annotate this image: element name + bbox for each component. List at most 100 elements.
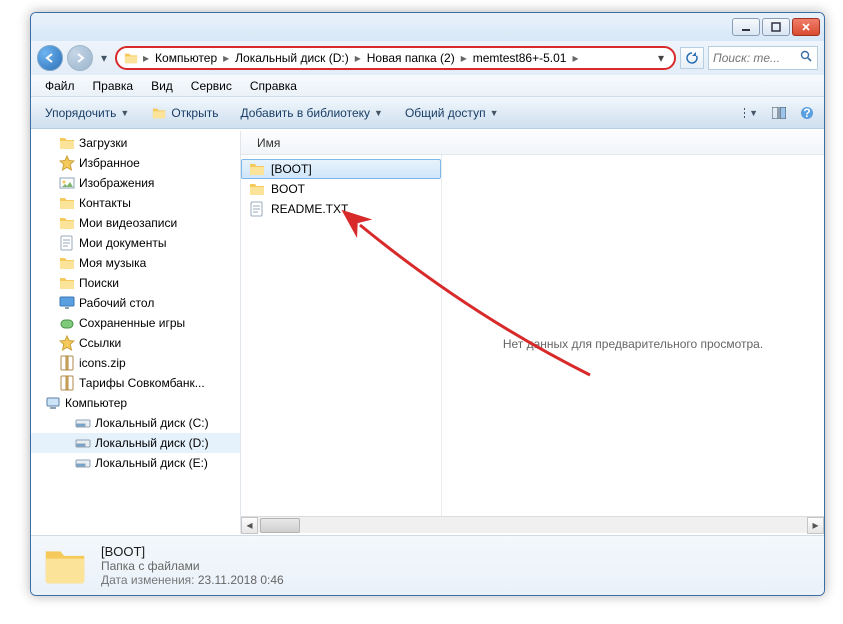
sidebar-computer[interactable]: Компьютер xyxy=(31,393,240,413)
music-icon xyxy=(59,255,75,271)
menu-file[interactable]: Файл xyxy=(37,77,83,95)
help-button[interactable]: ? xyxy=(796,103,818,123)
view-mode-button[interactable]: ▼ xyxy=(740,104,762,122)
sidebar-item[interactable]: Сохраненные игры xyxy=(31,313,240,333)
chevron-right-icon[interactable]: ▸ xyxy=(221,51,231,65)
sidebar-item[interactable]: Изображения xyxy=(31,173,240,193)
add-to-library-button[interactable]: Добавить в библиотеку▼ xyxy=(232,103,390,123)
horizontal-scrollbar[interactable]: ◂ ▸ xyxy=(241,516,824,533)
sidebar-item-label: icons.zip xyxy=(79,356,126,370)
sidebar-item[interactable]: Мои видеозаписи xyxy=(31,213,240,233)
explorer-window: ▾ ▸ Компьютер ▸ Локальный диск (D:) ▸ Но… xyxy=(30,12,825,596)
file-name: README.TXT xyxy=(271,202,348,216)
forward-button[interactable] xyxy=(67,45,93,71)
minimize-button[interactable] xyxy=(732,18,760,36)
menu-edit[interactable]: Правка xyxy=(85,77,142,95)
sidebar-item[interactable]: Моя музыка xyxy=(31,253,240,273)
open-button[interactable]: Открыть xyxy=(143,103,226,123)
toolbar: Упорядочить▼ Открыть Добавить в библиоте… xyxy=(31,97,824,129)
folder-open-icon xyxy=(151,106,167,120)
sidebar-item[interactable]: Избранное xyxy=(31,153,240,173)
breadcrumb-seg-folder[interactable]: Новая папка (2) xyxy=(363,51,459,65)
share-button[interactable]: Общий доступ▼ xyxy=(397,103,507,123)
preview-empty-text: Нет данных для предварительного просмотр… xyxy=(503,337,763,351)
column-name[interactable]: Имя xyxy=(249,136,288,150)
file-name: BOOT xyxy=(271,182,305,196)
sidebar-item-label: Мои документы xyxy=(79,236,166,250)
breadcrumb-seg-drive[interactable]: Локальный диск (D:) xyxy=(231,51,353,65)
close-button[interactable] xyxy=(792,18,820,36)
sidebar-item[interactable]: Мои документы xyxy=(31,233,240,253)
svg-text:?: ? xyxy=(803,106,810,120)
preview-pane-button[interactable] xyxy=(768,104,790,122)
folder-icon xyxy=(249,181,265,197)
chevron-down-icon: ▼ xyxy=(749,108,758,118)
sidebar-item[interactable]: Загрузки xyxy=(31,133,240,153)
file-name: [BOOT] xyxy=(271,162,312,176)
games-icon xyxy=(59,315,75,331)
scroll-left-button[interactable]: ◂ xyxy=(241,517,258,534)
folder-icon xyxy=(123,51,139,65)
zip-icon xyxy=(59,355,75,371)
search-box[interactable] xyxy=(708,46,818,70)
refresh-button[interactable] xyxy=(680,47,704,69)
file-row[interactable]: README.TXT xyxy=(241,199,441,219)
scroll-thumb[interactable] xyxy=(260,518,300,533)
file-list[interactable]: [BOOT] BOOT README.TXT xyxy=(241,155,441,533)
file-row[interactable]: BOOT xyxy=(241,179,441,199)
sidebar-item-label: Изображения xyxy=(79,176,154,190)
sidebar-item-label: Загрузки xyxy=(79,136,127,150)
sidebar-drive[interactable]: Локальный диск (D:) xyxy=(31,433,240,453)
sidebar-item-label: Контакты xyxy=(79,196,131,210)
address-dropdown[interactable]: ▾ xyxy=(654,51,668,65)
details-date: Дата изменения: 23.11.2018 0:46 xyxy=(101,573,284,587)
video-icon xyxy=(59,215,75,231)
sidebar-item-label: Рабочий стол xyxy=(79,296,154,310)
sidebar-item[interactable]: Поиски xyxy=(31,273,240,293)
menu-view[interactable]: Вид xyxy=(143,77,181,95)
chevron-right-icon[interactable]: ▸ xyxy=(353,51,363,65)
nav-history-dropdown[interactable]: ▾ xyxy=(97,45,111,71)
search-icon xyxy=(800,50,813,66)
file-row[interactable]: [BOOT] xyxy=(241,159,441,179)
organize-button[interactable]: Упорядочить▼ xyxy=(37,103,137,123)
chevron-right-icon[interactable]: ▸ xyxy=(141,51,151,65)
details-pane: [BOOT] Папка с файлами Дата изменения: 2… xyxy=(31,535,824,595)
zip-icon xyxy=(59,375,75,391)
folder-icon xyxy=(249,161,265,177)
star-folder-icon xyxy=(59,335,75,351)
chevron-down-icon: ▼ xyxy=(120,108,129,118)
drive-icon xyxy=(75,415,91,431)
chevron-right-icon[interactable]: ▸ xyxy=(570,51,580,65)
sidebar-item-label: Тарифы Совкомбанк... xyxy=(79,376,205,390)
sidebar-item[interactable]: icons.zip xyxy=(31,353,240,373)
maximize-button[interactable] xyxy=(762,18,790,36)
sidebar-item-label: Избранное xyxy=(79,156,140,170)
sidebar-drive[interactable]: Локальный диск (E:) xyxy=(31,453,240,473)
breadcrumb-seg-computer[interactable]: Компьютер xyxy=(151,51,221,65)
menu-tools[interactable]: Сервис xyxy=(183,77,240,95)
breadcrumb-seg-current[interactable]: memtest86+-5.01 xyxy=(469,51,571,65)
sidebar-item[interactable]: Рабочий стол xyxy=(31,293,240,313)
chevron-down-icon: ▼ xyxy=(490,108,499,118)
column-header-row: Имя xyxy=(241,131,824,155)
chevron-right-icon[interactable]: ▸ xyxy=(459,51,469,65)
sidebar-drive[interactable]: Локальный диск (C:) xyxy=(31,413,240,433)
sidebar-item[interactable]: Контакты xyxy=(31,193,240,213)
back-button[interactable] xyxy=(37,45,63,71)
navigation-pane[interactable]: Загрузки Избранное Изображения Контакты Мои … xyxy=(31,131,241,533)
file-pane: Имя [BOOT] BOOT README.TXT Нет данных для … xyxy=(241,131,824,533)
sidebar-item[interactable]: Ссылки xyxy=(31,333,240,353)
sidebar-item[interactable]: Тарифы Совкомбанк... xyxy=(31,373,240,393)
chevron-down-icon: ▼ xyxy=(374,108,383,118)
menu-help[interactable]: Справка xyxy=(242,77,305,95)
search-input[interactable] xyxy=(713,51,783,65)
sidebar-item-label: Сохраненные игры xyxy=(79,316,185,330)
address-row: ▾ ▸ Компьютер ▸ Локальный диск (D:) ▸ Но… xyxy=(31,41,824,75)
scroll-right-button[interactable]: ▸ xyxy=(807,517,824,534)
folder-icon xyxy=(59,135,75,151)
breadcrumb[interactable]: ▸ Компьютер ▸ Локальный диск (D:) ▸ Нова… xyxy=(115,46,676,70)
drive-icon xyxy=(75,435,91,451)
txt-icon xyxy=(249,201,265,217)
body: Загрузки Избранное Изображения Контакты Мои … xyxy=(31,131,824,533)
